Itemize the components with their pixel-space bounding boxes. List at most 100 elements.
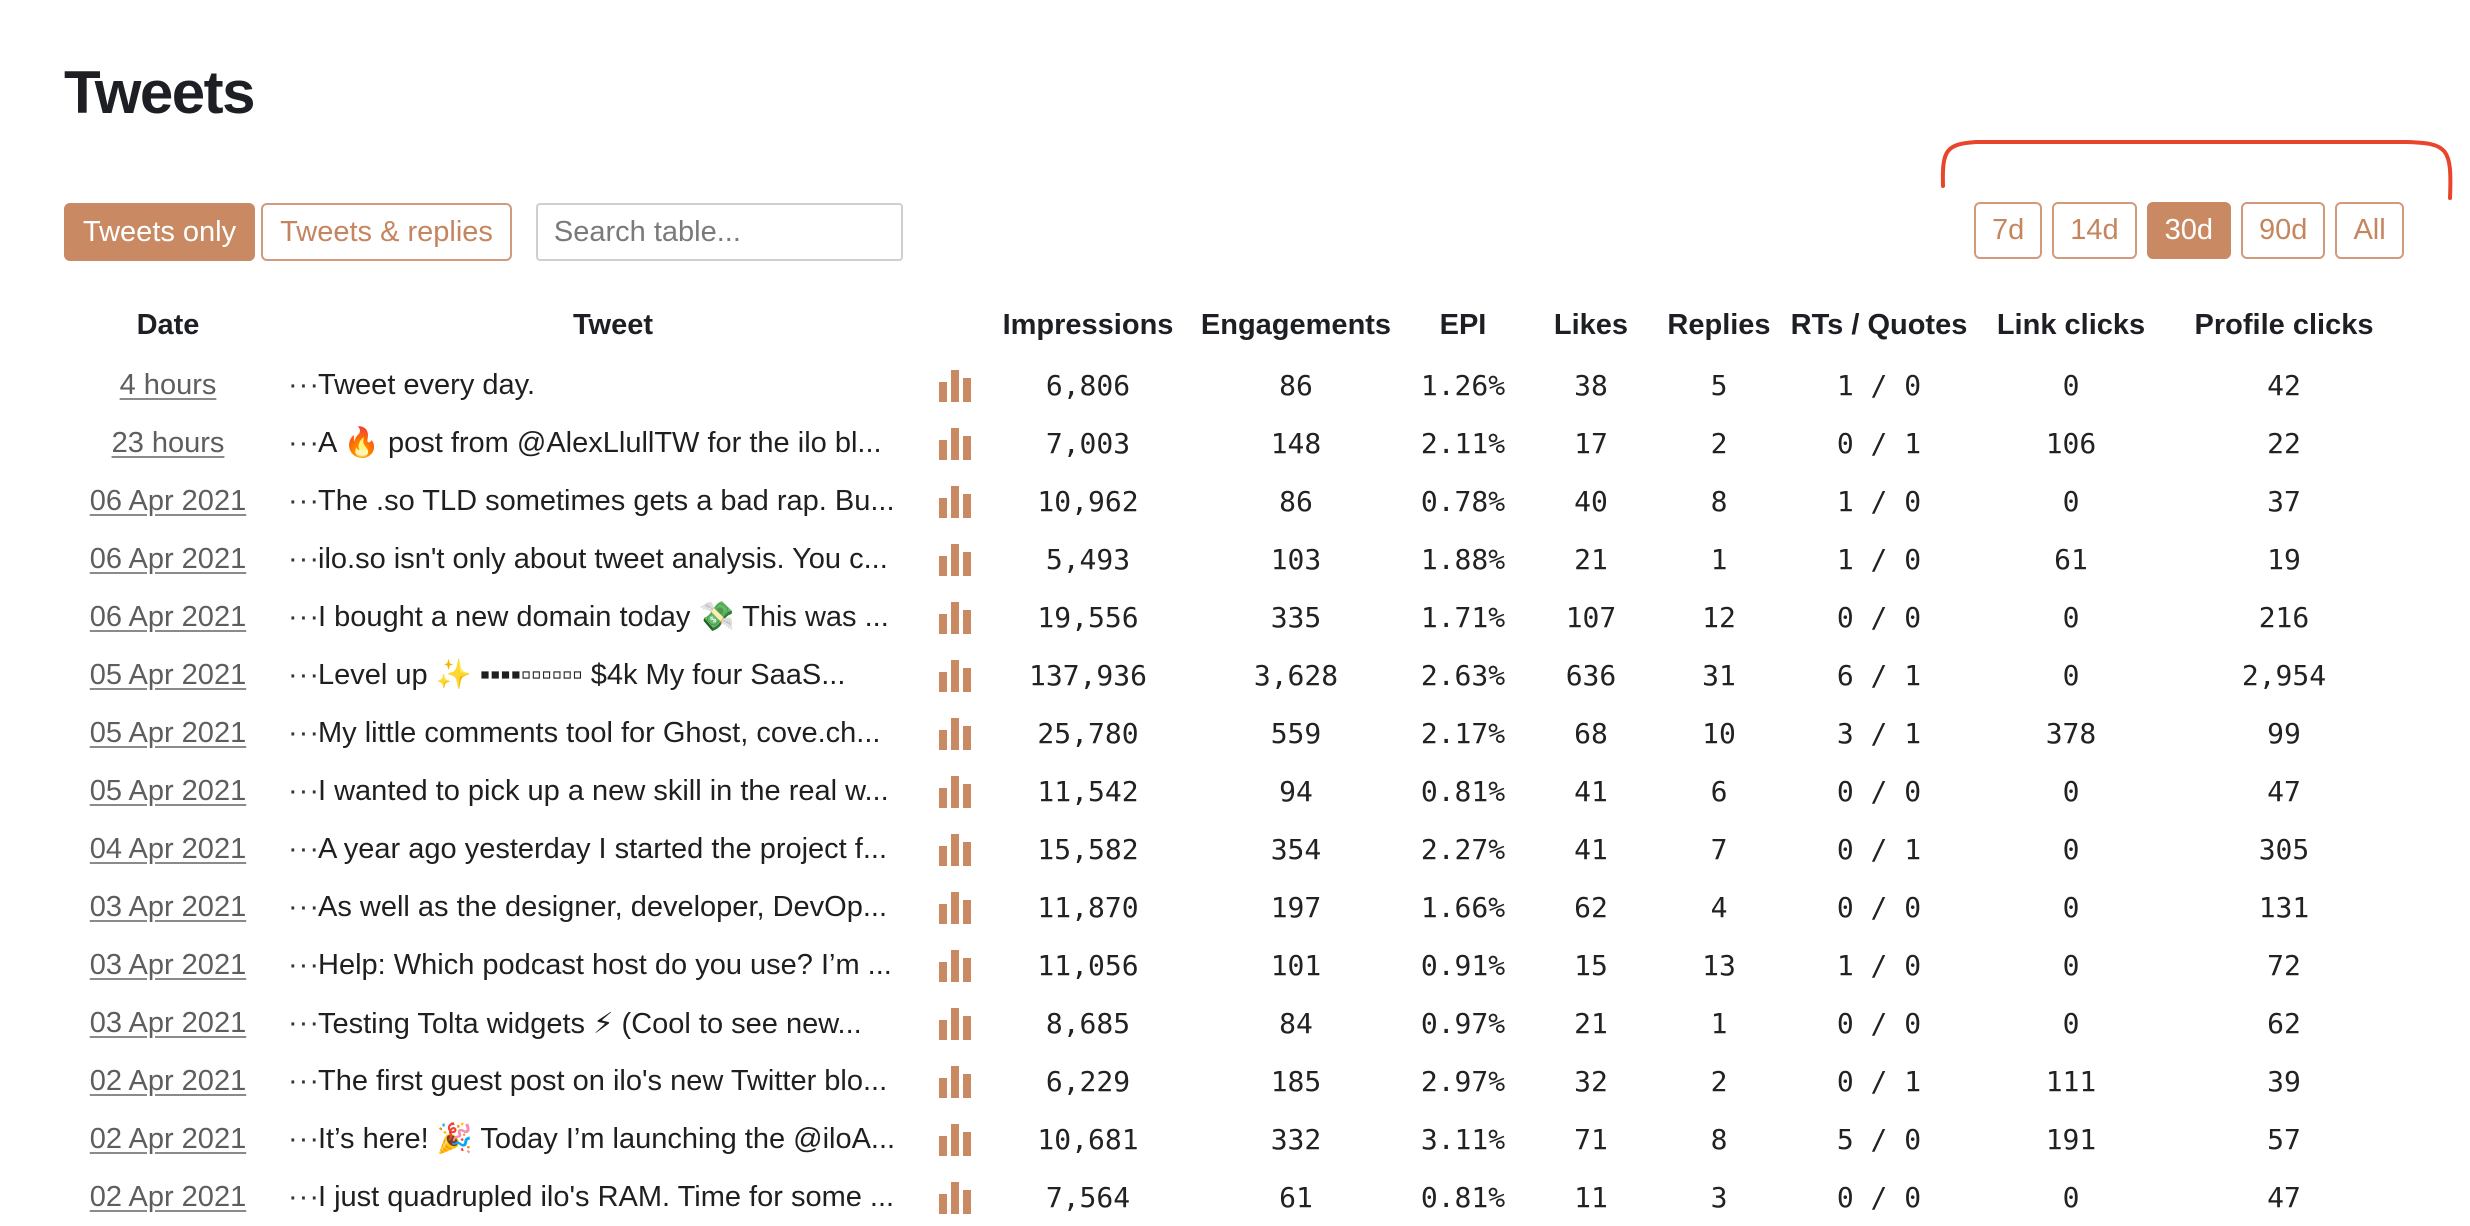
engagements-cell: 354 [1270, 832, 1322, 866]
tweet-stats-icon[interactable] [928, 414, 982, 472]
tweet-stats-icon[interactable] [928, 472, 982, 530]
more-options-icon[interactable]: ··· [272, 646, 318, 704]
more-options-icon[interactable]: ··· [272, 878, 318, 936]
more-options-icon[interactable]: ··· [272, 530, 318, 588]
impressions-cell: 8,685 [1045, 1006, 1131, 1040]
date-link[interactable]: 05 Apr 2021 [90, 659, 246, 691]
date-link[interactable]: 02 Apr 2021 [90, 1065, 246, 1097]
epi-cell: 0.97% [1420, 1006, 1506, 1040]
replies-cell: 10 [1702, 716, 1736, 750]
tweet-stats-icon[interactable] [928, 1052, 982, 1110]
header-engagements[interactable]: Engagements [1194, 294, 1398, 356]
date-cell: 04 Apr 2021 [64, 820, 272, 878]
tweet-stats-icon[interactable] [928, 1168, 982, 1226]
more-options-icon[interactable]: ··· [272, 936, 318, 994]
likes-cell: 21 [1574, 542, 1608, 576]
more-options-icon[interactable]: ··· [272, 704, 318, 762]
link-clicks-cell: 0 [2062, 484, 2080, 518]
header-epi[interactable]: EPI [1398, 294, 1528, 356]
more-options-icon[interactable]: ··· [272, 1110, 318, 1168]
replies-cell: 8 [1710, 1122, 1728, 1156]
more-options-icon[interactable]: ··· [272, 1052, 318, 1110]
likes-cell: 32 [1574, 1064, 1608, 1098]
search-table-input[interactable] [535, 203, 903, 261]
profile-clicks-cell: 99 [2267, 716, 2301, 750]
table-row: 02 Apr 2021 ··· The first guest post on il… [64, 1052, 2400, 1110]
tweet-stats-icon[interactable] [928, 646, 982, 704]
date-cell: 23 hours [64, 414, 272, 472]
more-options-icon[interactable]: ··· [272, 820, 318, 878]
range-30d-button[interactable]: 30d [2146, 202, 2232, 259]
table-row: 06 Apr 2021 ··· ilo.so isn't only about tw… [64, 530, 2400, 588]
tweet-stats-icon[interactable] [928, 1110, 982, 1168]
date-link[interactable]: 4 hours [120, 369, 217, 401]
date-link[interactable]: 05 Apr 2021 [90, 775, 246, 807]
page-title: Tweets [64, 59, 255, 126]
header-impressions[interactable]: Impressions [982, 294, 1194, 356]
tweet-stats-icon[interactable] [928, 762, 982, 820]
date-link[interactable]: 04 Apr 2021 [90, 833, 246, 865]
table-row: 02 Apr 2021 ··· It’s here! 🎉 Today I’m lau… [64, 1110, 2400, 1168]
range-7d-button[interactable]: 7d [1974, 202, 2043, 259]
range-14d-button[interactable]: 14d [2052, 202, 2137, 259]
date-link[interactable]: 03 Apr 2021 [90, 891, 246, 923]
replies-cell: 13 [1702, 948, 1736, 982]
replies-cell: 1 [1710, 1006, 1728, 1040]
more-options-icon[interactable]: ··· [272, 472, 318, 530]
filter-controls: Tweets only Tweets & replies [64, 203, 903, 261]
header-replies[interactable]: Replies [1654, 294, 1784, 356]
tweet-stats-icon[interactable] [928, 878, 982, 936]
profile-clicks-cell: 42 [2267, 368, 2301, 402]
epi-cell: 1.26% [1420, 368, 1506, 402]
table-row: 23 hours ··· A 🔥 post from @AlexLlullTW fo… [64, 414, 2400, 472]
header-rts-quotes[interactable]: RTs / Quotes [1784, 294, 1974, 356]
more-options-icon[interactable]: ··· [272, 762, 318, 820]
header-profile-clicks[interactable]: Profile clicks [2168, 294, 2400, 356]
date-link[interactable]: 02 Apr 2021 [90, 1181, 246, 1213]
more-options-icon[interactable]: ··· [272, 1168, 318, 1226]
tweet-text: Help: Which podcast host do you use? I’m… [318, 948, 892, 981]
tweet-stats-icon[interactable] [928, 356, 982, 414]
tweets-and-replies-button[interactable]: Tweets & replies [261, 203, 512, 261]
header-likes[interactable]: Likes [1528, 294, 1654, 356]
tweet-stats-icon[interactable] [928, 530, 982, 588]
epi-cell: 1.66% [1420, 890, 1506, 924]
replies-cell: 8 [1710, 484, 1728, 518]
tweet-stats-icon[interactable] [928, 704, 982, 762]
tweet-text: The .so TLD sometimes gets a bad rap. Bu… [318, 484, 895, 517]
more-options-icon[interactable]: ··· [272, 414, 318, 472]
date-cell: 03 Apr 2021 [64, 936, 272, 994]
tweet-stats-icon[interactable] [928, 936, 982, 994]
table-row: 03 Apr 2021 ··· Testing Tolta widgets ⚡ (C… [64, 994, 2400, 1052]
date-link[interactable]: 06 Apr 2021 [90, 543, 246, 575]
more-options-icon[interactable]: ··· [272, 994, 318, 1052]
table-row: 03 Apr 2021 ··· Help: Which podcast host d… [64, 936, 2400, 994]
date-link[interactable]: 06 Apr 2021 [90, 485, 246, 517]
range-all-button[interactable]: All [2335, 202, 2404, 259]
impressions-cell: 11,870 [1037, 890, 1139, 924]
likes-cell: 107 [1565, 600, 1617, 634]
header-tweet[interactable]: Tweet [318, 294, 928, 356]
tweet-stats-icon[interactable] [928, 994, 982, 1052]
table-body: 4 hours ··· Tweet every day. 6,806 86 1.26% 38… [64, 356, 2400, 1226]
engagements-cell: 332 [1270, 1122, 1322, 1156]
epi-cell: 0.81% [1420, 774, 1506, 808]
header-date[interactable]: Date [64, 294, 272, 356]
tweets-only-button[interactable]: Tweets only [64, 203, 256, 261]
more-options-icon[interactable]: ··· [272, 356, 318, 414]
more-options-icon[interactable]: ··· [272, 588, 318, 646]
tweet-stats-icon[interactable] [928, 588, 982, 646]
replies-cell: 1 [1710, 542, 1728, 576]
date-link[interactable]: 03 Apr 2021 [90, 949, 246, 981]
date-link[interactable]: 02 Apr 2021 [90, 1123, 246, 1155]
range-90d-button[interactable]: 90d [2241, 202, 2326, 259]
header-link-clicks[interactable]: Link clicks [1974, 294, 2168, 356]
tweet-stats-icon[interactable] [928, 820, 982, 878]
table-row: 4 hours ··· Tweet every day. 6,806 86 1.26% 38… [64, 356, 2400, 414]
link-clicks-cell: 0 [2062, 1180, 2080, 1214]
date-link[interactable]: 05 Apr 2021 [90, 717, 246, 749]
likes-cell: 15 [1574, 948, 1608, 982]
date-link[interactable]: 03 Apr 2021 [90, 1007, 246, 1039]
date-link[interactable]: 06 Apr 2021 [90, 601, 246, 633]
date-link[interactable]: 23 hours [112, 427, 225, 459]
